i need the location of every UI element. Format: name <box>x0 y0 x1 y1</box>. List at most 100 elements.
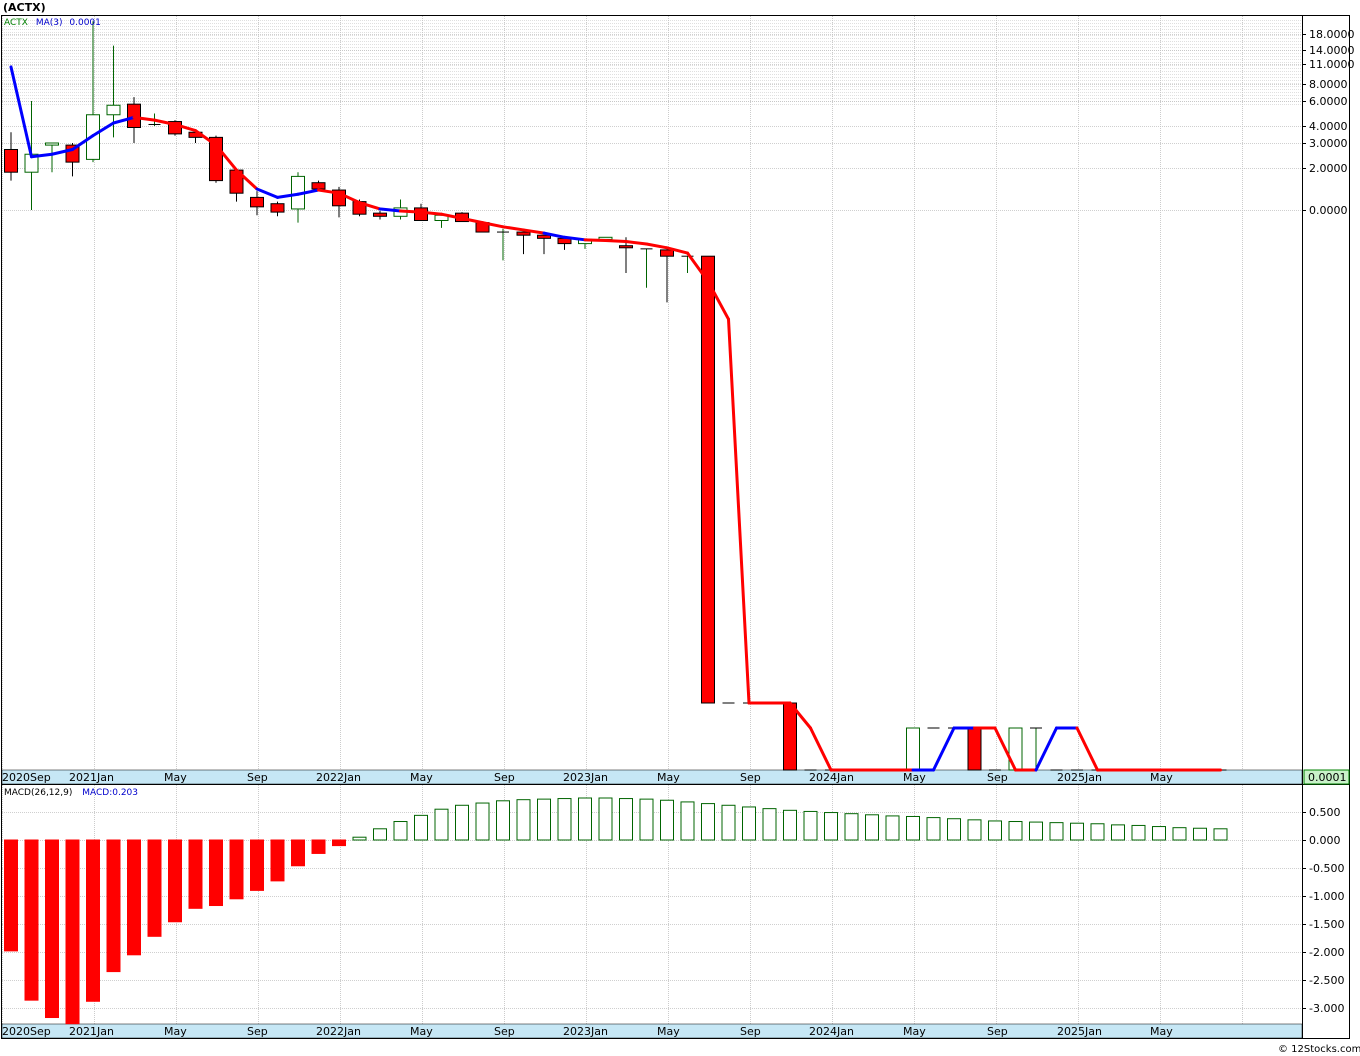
date-label: 2025Jan <box>1057 1025 1102 1038</box>
macd-axis-label: -2.500 <box>1309 974 1344 987</box>
macd-bar <box>639 798 654 841</box>
macd-axis-label: -3.000 <box>1309 1002 1344 1015</box>
date-label: Sep <box>494 1025 515 1038</box>
price-axis-label: 6.0000 <box>1309 95 1348 108</box>
candle-body <box>967 727 982 771</box>
macd-bar <box>65 839 80 1025</box>
macd-bar <box>742 806 756 841</box>
macd-bar <box>865 814 879 841</box>
macd-bar <box>557 798 572 841</box>
macd-bar <box>906 815 920 841</box>
macd-bar <box>455 804 469 841</box>
date-label: May <box>410 771 433 784</box>
macd-bar <box>619 798 633 841</box>
ma-segment <box>419 210 443 216</box>
macd-axis-label: 0.500 <box>1309 806 1341 819</box>
ma-segment <box>604 238 628 243</box>
macd-bar <box>598 797 613 841</box>
price-axis-label: 0.0000 <box>1309 204 1348 217</box>
macd-bar <box>188 839 203 909</box>
legend-ma-value: 0.0001 <box>69 18 101 28</box>
price-axis-label: 4.0000 <box>1309 120 1348 133</box>
candle-body <box>537 234 551 239</box>
stock-chart: (ACTX) 18.0000 14.000011.0000 8.0000 6.0000… <box>1 1 1360 1055</box>
date-label: May <box>410 1025 433 1038</box>
candle-body <box>619 245 633 249</box>
date-label: 2020Sep <box>2 1025 51 1038</box>
macd-bar <box>1152 826 1166 841</box>
candle-body <box>906 727 920 771</box>
macd-bar <box>209 839 223 907</box>
macd-bar <box>1193 827 1207 841</box>
macd-bar <box>291 839 305 867</box>
price-axis-label: 8.0000 <box>1309 78 1348 91</box>
ma-segment <box>583 238 607 242</box>
macd-bar <box>721 804 736 841</box>
date-label: May <box>1150 771 1173 784</box>
macd-bar <box>1070 822 1084 841</box>
date-label: Sep <box>987 1025 1008 1038</box>
date-label: May <box>1150 1025 1173 1038</box>
macd-bar <box>1172 827 1187 841</box>
macd-bar <box>824 812 838 841</box>
macd-bar <box>475 802 490 841</box>
date-label: 2020Sep <box>2 771 51 784</box>
price-axis-label: 2.0000 <box>1309 162 1348 175</box>
macd-bar <box>106 839 121 973</box>
date-label: 2023Jan <box>563 1025 608 1038</box>
macd-bar <box>1049 822 1064 841</box>
candle-body <box>373 212 387 217</box>
candle-body <box>701 255 715 704</box>
date-label: May <box>164 1025 187 1038</box>
macd-bar <box>1090 823 1105 841</box>
macd-bar <box>762 808 777 841</box>
date-label: May <box>903 1025 926 1038</box>
price-axis-label: 14.0000 <box>1309 44 1355 57</box>
date-label: Sep <box>740 771 761 784</box>
macd-bar <box>537 798 551 841</box>
macd-axis-label: -2.000 <box>1309 946 1344 959</box>
macd-bar <box>885 815 900 841</box>
candle-body <box>270 203 285 213</box>
date-label: 2024Jan <box>809 771 854 784</box>
price-date-band <box>1 769 1303 785</box>
date-label: 2025Jan <box>1057 771 1102 784</box>
footer-credit: © 12Stocks.com <box>1278 1044 1360 1055</box>
ma-segment <box>399 209 423 214</box>
macd-bar <box>1111 824 1125 841</box>
macd-bar <box>1131 824 1146 841</box>
date-label: 2022Jan <box>316 771 361 784</box>
macd-axis-label: -1.000 <box>1309 890 1344 903</box>
macd-bar <box>4 839 18 952</box>
macd-bar <box>988 820 1002 841</box>
macd-bar <box>393 821 408 841</box>
price-date-labels: 2020Sep 2021Jan May Sep 2022Jan May Sep 2023Jan… <box>2 771 1173 784</box>
macd-bar <box>701 803 715 841</box>
date-label: May <box>657 771 680 784</box>
macd-axis-label: -0.500 <box>1309 862 1344 875</box>
macd-bar <box>270 839 285 882</box>
macd-legend-label: MACD(26,12,9) <box>4 788 72 798</box>
macd-bar <box>168 839 182 923</box>
date-label: May <box>903 771 926 784</box>
last-price-label: 0.0001 <box>1308 771 1347 784</box>
date-label: May <box>164 771 187 784</box>
candle-body <box>106 104 121 116</box>
macd-date-labels: 2020Sep 2021Jan May Sep 2022Jan May Sep 2023Jan… <box>2 1025 1173 1038</box>
macd-bar <box>250 839 264 891</box>
date-label: Sep <box>740 1025 761 1038</box>
macd-panel-frame <box>1 784 1350 1039</box>
date-label: 2024Jan <box>809 1025 854 1038</box>
macd-bar <box>783 809 797 841</box>
macd-bar <box>844 813 859 841</box>
macd-bar <box>332 839 346 847</box>
date-label: 2022Jan <box>316 1025 361 1038</box>
date-label: 2021Jan <box>69 1025 114 1038</box>
chart-title: (ACTX) <box>3 1 46 14</box>
macd-bar <box>578 797 592 841</box>
candle-body <box>127 103 141 128</box>
date-label: May <box>657 1025 680 1038</box>
date-label: Sep <box>494 771 515 784</box>
legend-ma-label: MA(3) <box>36 18 63 28</box>
macd-bar <box>1029 821 1043 841</box>
